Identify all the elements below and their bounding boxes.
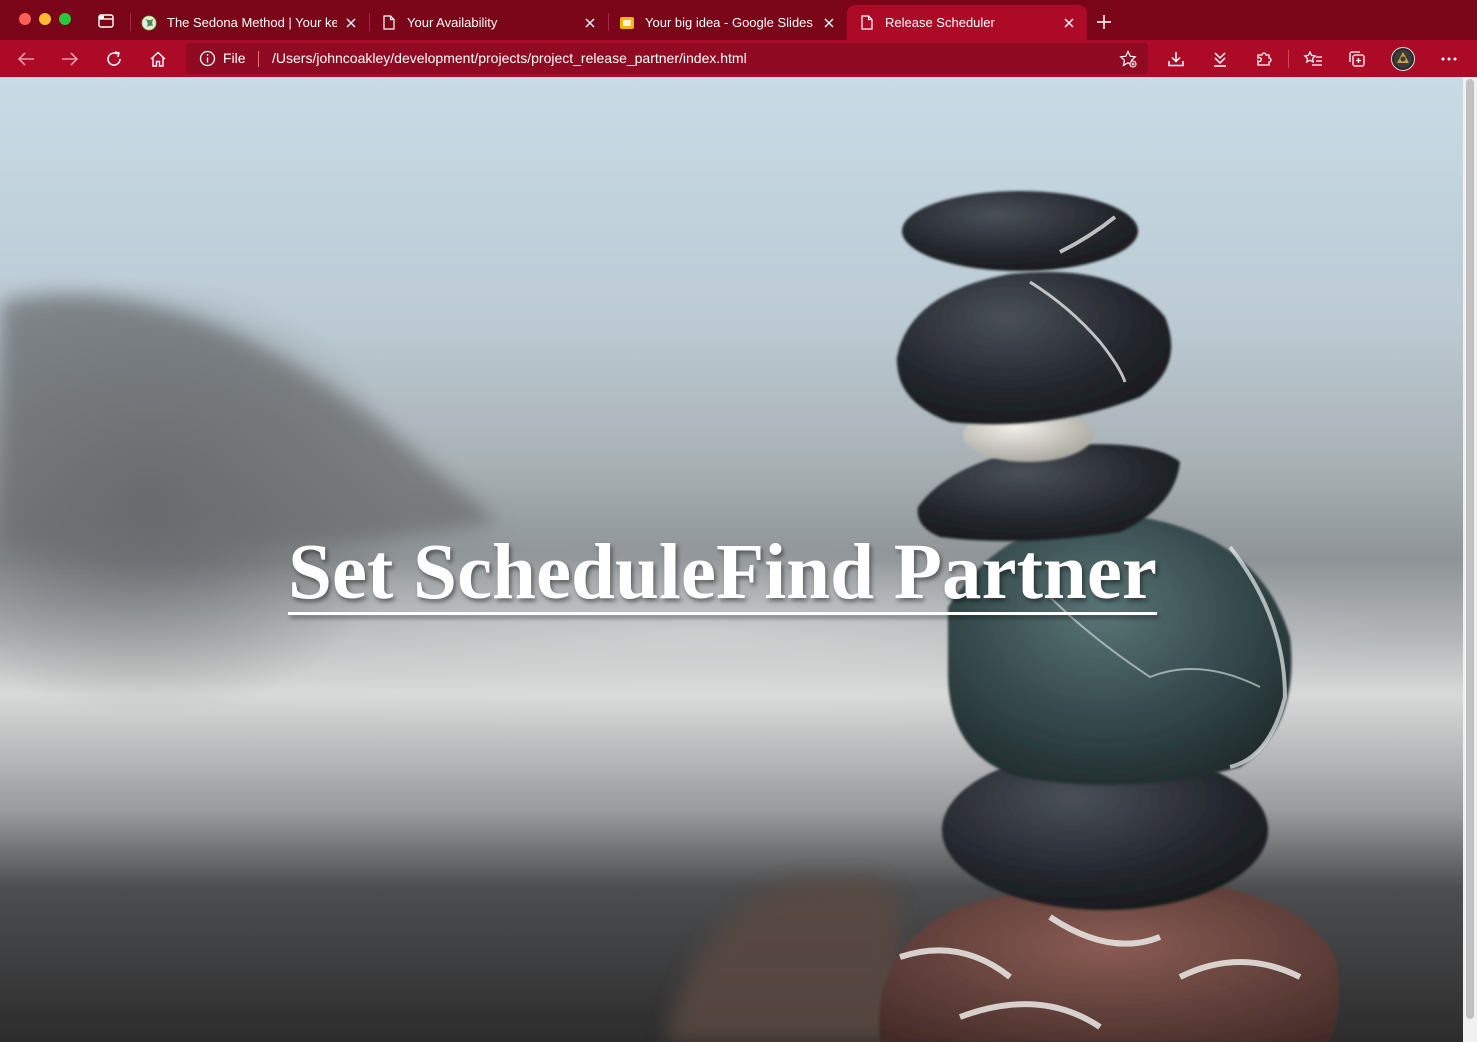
tab-your-availability[interactable]: Your Availability [369,5,608,40]
url-divider [258,51,259,67]
document-icon [381,15,397,31]
tab-google-slides[interactable]: Your big idea - Google Slides [607,5,847,40]
tab-title: Release Scheduler [885,15,995,30]
document-icon [859,15,875,31]
home-icon[interactable] [147,48,169,70]
info-icon[interactable] [199,50,216,67]
url-text[interactable]: /Users/johncoakley/development/projects/… [272,50,747,66]
tab-title: Your big idea - Google Slides [645,15,813,30]
vertical-scrollbar[interactable] [1463,77,1477,1042]
browser-titlebar: The Sedona Method | Your key Your Availa… [0,0,1477,40]
find-partner-link[interactable]: Find Partner [716,529,1157,617]
tab-sedona-method[interactable]: The Sedona Method | Your key [129,5,369,40]
tab-actions-icon[interactable] [98,14,114,28]
window-close-button[interactable] [19,13,31,25]
toolbar-separator [1288,50,1289,68]
back-arrow-icon[interactable] [15,48,37,70]
page-viewport: Set Schedule Find Partner [0,77,1477,1042]
window-minimize-button[interactable] [39,13,51,25]
window-zoom-button[interactable] [59,13,71,25]
add-favorite-star-icon[interactable] [1119,50,1137,68]
forward-arrow-icon[interactable] [59,48,81,70]
google-slides-icon [619,15,635,31]
new-tab-plus-icon[interactable] [1095,13,1113,31]
address-bar[interactable]: File /Users/johncoakley/development/proj… [186,43,1148,74]
url-scheme-label: File [223,50,246,66]
browser-toolbar: File /Users/johncoakley/development/proj… [0,40,1477,77]
more-options-icon[interactable] [1439,49,1459,69]
globe-favicon [141,15,157,31]
profile-avatar[interactable] [1391,47,1415,71]
set-schedule-link[interactable]: Set Schedule [288,529,716,617]
tab-close-icon[interactable] [343,15,359,31]
tab-close-icon[interactable] [582,15,598,31]
collections-icon[interactable] [1347,49,1367,69]
downloads-icon[interactable] [1166,49,1186,69]
tab-close-icon[interactable] [1061,15,1077,31]
tab-title: The Sedona Method | Your key [167,15,337,30]
tab-release-scheduler[interactable]: Release Scheduler [847,5,1087,40]
reload-icon[interactable] [103,48,125,70]
main-navigation: Set Schedule Find Partner [288,529,1157,617]
favorites-list-icon[interactable] [1303,49,1323,69]
extensions-puzzle-icon[interactable] [1254,49,1274,69]
scrollbar-thumb[interactable] [1466,79,1474,1019]
tab-close-icon[interactable] [821,15,837,31]
tab-title: Your Availability [407,15,498,30]
double-chevron-down-icon[interactable] [1210,49,1230,69]
